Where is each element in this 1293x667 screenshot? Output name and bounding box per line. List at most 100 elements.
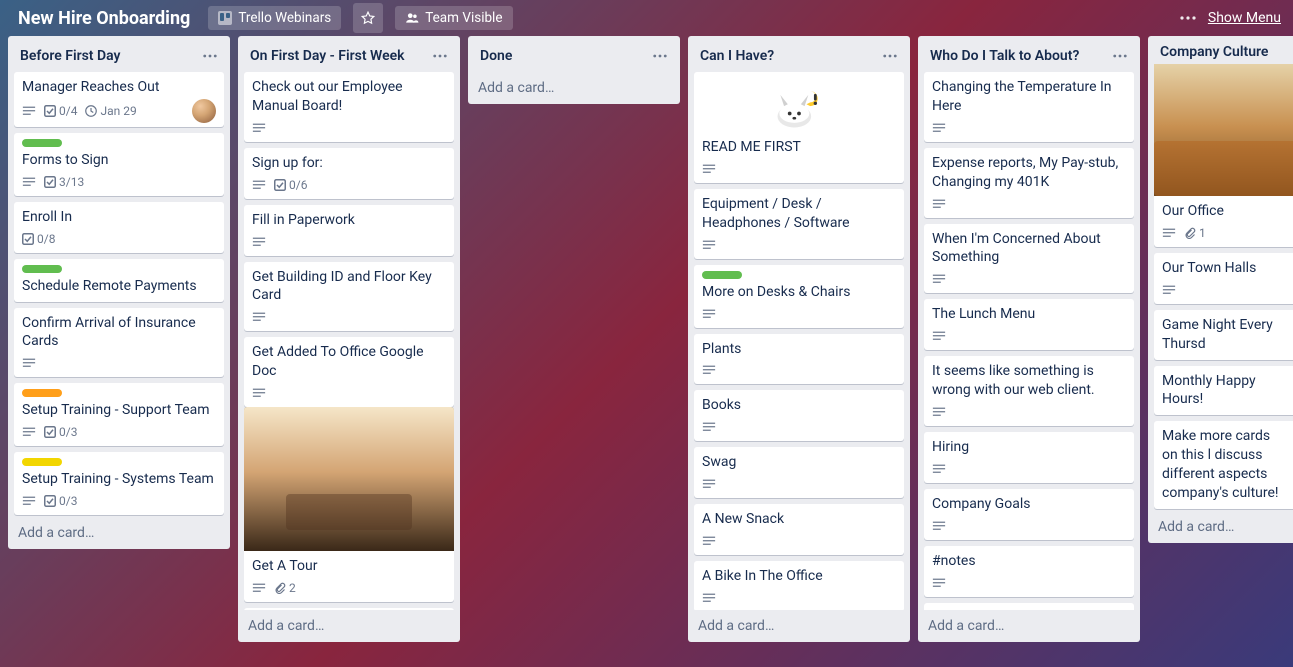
card-books[interactable]: Books <box>694 390 904 441</box>
list-can-i-have: Can I Have? READ ME FIRST Equipment / De… <box>688 36 910 642</box>
description-badge <box>1162 283 1176 297</box>
card-title: Monthly Happy Hours! <box>1162 372 1288 410</box>
workspace-chip[interactable]: Trello Webinars <box>208 6 341 30</box>
card-desks-chairs[interactable]: More on Desks & Chairs <box>694 265 904 328</box>
card-google-doc[interactable]: Get Added To Office Google Doc <box>244 337 454 407</box>
star-button[interactable] <box>353 3 383 33</box>
card-happy-hours[interactable]: Monthly Happy Hours! <box>1154 366 1293 416</box>
list-title[interactable]: Done <box>480 48 648 64</box>
card-lunch-menu[interactable]: The Lunch Menu <box>924 299 1134 350</box>
card-swag[interactable]: Swag <box>694 447 904 498</box>
card-support-training[interactable]: Setup Training - Support Team 0/3 <box>14 383 224 446</box>
card-title: Sign up for: <box>252 154 446 173</box>
card-building-id[interactable]: Get Building ID and Floor Key Card <box>244 262 454 332</box>
card-expense-reports[interactable]: Expense reports, My Pay-stub, Changing m… <box>924 148 1134 218</box>
card-title: A New Snack <box>702 510 896 529</box>
list-menu-button[interactable] <box>878 44 902 68</box>
card-game-night[interactable]: Game Night Every Thursd <box>1154 310 1293 360</box>
card-title: Changing the Temperature In Here <box>932 78 1126 116</box>
add-card-button[interactable]: Add a card… <box>1148 511 1293 543</box>
list-title[interactable]: On First Day - First Week <box>250 48 428 64</box>
description-badge <box>702 363 716 377</box>
add-card-button[interactable]: Add a card… <box>688 610 910 642</box>
card-systems-training[interactable]: Setup Training - Systems Team 0/3 <box>14 452 224 515</box>
list-menu-button[interactable] <box>1108 44 1132 68</box>
description-badge <box>22 494 36 508</box>
card-concerned[interactable]: When I'm Concerned About Something <box>924 224 1134 294</box>
card-web-client[interactable]: It seems like something is wrong with ou… <box>924 356 1134 426</box>
checklist-badge: 0/4 <box>44 104 77 118</box>
card-title: Hiring <box>932 438 1126 457</box>
card-read-me-first[interactable]: READ ME FIRST <box>694 72 904 183</box>
card-conferences[interactable]: Conferences <box>924 603 1134 610</box>
description-badge <box>252 235 266 249</box>
show-menu-link[interactable]: Show Menu <box>1208 10 1281 26</box>
list-done: Done Add a card… <box>468 36 680 104</box>
add-card-button[interactable]: Add a card… <box>8 517 230 549</box>
card-employee-manual[interactable]: Check out our Employee Manual Board! <box>244 72 454 142</box>
card-company-goals[interactable]: Company Goals <box>924 489 1134 540</box>
list-who-talk-about: Who Do I Talk to About? Changing the Tem… <box>918 36 1140 642</box>
card-title: Books <box>702 396 896 415</box>
board-title[interactable]: New Hire Onboarding <box>12 6 196 31</box>
card-get-tour[interactable]: Get A Tour 2 <box>244 413 454 602</box>
card-title: Get Building ID and Floor Key Card <box>252 268 446 306</box>
list-title[interactable]: Before First Day <box>20 48 198 64</box>
card-make-more-cards[interactable]: Make more cards on this l discuss differ… <box>1154 421 1293 509</box>
list-menu-button[interactable] <box>198 44 222 68</box>
card-title: It seems like something is wrong with ou… <box>932 362 1126 400</box>
visibility-chip[interactable]: Team Visible <box>395 6 512 30</box>
description-badge <box>932 121 946 135</box>
card-title: Swag <box>702 453 896 472</box>
list-title[interactable]: Company Culture <box>1160 44 1293 60</box>
card-confirm-insurance[interactable]: Confirm Arrival of Insurance Cards <box>14 308 224 378</box>
card-title: Game Night Every Thursd <box>1162 316 1288 354</box>
card-manager-reaches-out[interactable]: Manager Reaches Out 0/4 Jan 29 <box>14 72 224 127</box>
card-cover-image <box>1154 64 1293 196</box>
description-badge <box>22 356 36 370</box>
card-fill-paperwork[interactable]: Fill in Paperwork <box>244 205 454 256</box>
card-notes[interactable]: #notes <box>924 546 1134 597</box>
card-town-halls[interactable]: Our Town Halls <box>1154 253 1293 304</box>
add-card-button[interactable]: Add a card… <box>238 610 460 642</box>
list-title[interactable]: Can I Have? <box>700 48 878 64</box>
card-equipment[interactable]: Equipment / Desk / Headphones / Software <box>694 189 904 259</box>
card-forms-to-sign[interactable]: Forms to Sign 3/13 <box>14 133 224 196</box>
card-plants[interactable]: Plants <box>694 334 904 385</box>
card-schedule-remote-payments[interactable]: Schedule Remote Payments <box>14 259 224 302</box>
add-card-button[interactable]: Add a card… <box>918 610 1140 642</box>
list-menu-button[interactable] <box>428 44 452 68</box>
card-hiring[interactable]: Hiring <box>924 432 1134 483</box>
card-title: Setup Training - Support Team <box>22 401 216 420</box>
card-title: Forms to Sign <box>22 151 216 170</box>
add-card-button[interactable]: Add a card… <box>468 72 680 104</box>
card-new-snack[interactable]: A New Snack <box>694 504 904 555</box>
description-badge <box>702 307 716 321</box>
description-badge <box>932 329 946 343</box>
member-avatar[interactable] <box>192 99 216 123</box>
checklist-badge: 3/13 <box>44 175 84 189</box>
card-bike-office[interactable]: A Bike In The Office <box>694 561 904 610</box>
taco-sticker-icon <box>719 82 879 132</box>
card-sign-up-for[interactable]: Sign up for: 0/6 <box>244 148 454 199</box>
label-green <box>22 139 62 147</box>
card-title: Our Town Halls <box>1162 259 1288 278</box>
list-title[interactable]: Who Do I Talk to About? <box>930 48 1108 64</box>
card-our-office[interactable]: Our Office 1 <box>1154 64 1293 247</box>
card-temperature[interactable]: Changing the Temperature In Here <box>924 72 1134 142</box>
card-title: Make more cards on this l discuss differ… <box>1162 427 1288 503</box>
card-title: Schedule Remote Payments <box>22 277 216 296</box>
list-menu-button[interactable] <box>648 44 672 68</box>
checklist-badge: 0/8 <box>22 232 55 246</box>
card-title: Plants <box>702 340 896 359</box>
list-before-first-day: Before First Day Manager Reaches Out 0/4… <box>8 36 230 549</box>
label-green <box>702 271 742 279</box>
description-badge <box>22 175 36 189</box>
workspace-name: Trello Webinars <box>238 10 331 26</box>
card-enroll-in[interactable]: Enroll In 0/8 <box>14 202 224 253</box>
board-canvas[interactable]: Before First Day Manager Reaches Out 0/4… <box>0 36 1293 667</box>
more-icon[interactable] <box>1180 16 1196 20</box>
people-icon <box>405 11 419 25</box>
description-badge <box>932 405 946 419</box>
description-badge <box>932 272 946 286</box>
